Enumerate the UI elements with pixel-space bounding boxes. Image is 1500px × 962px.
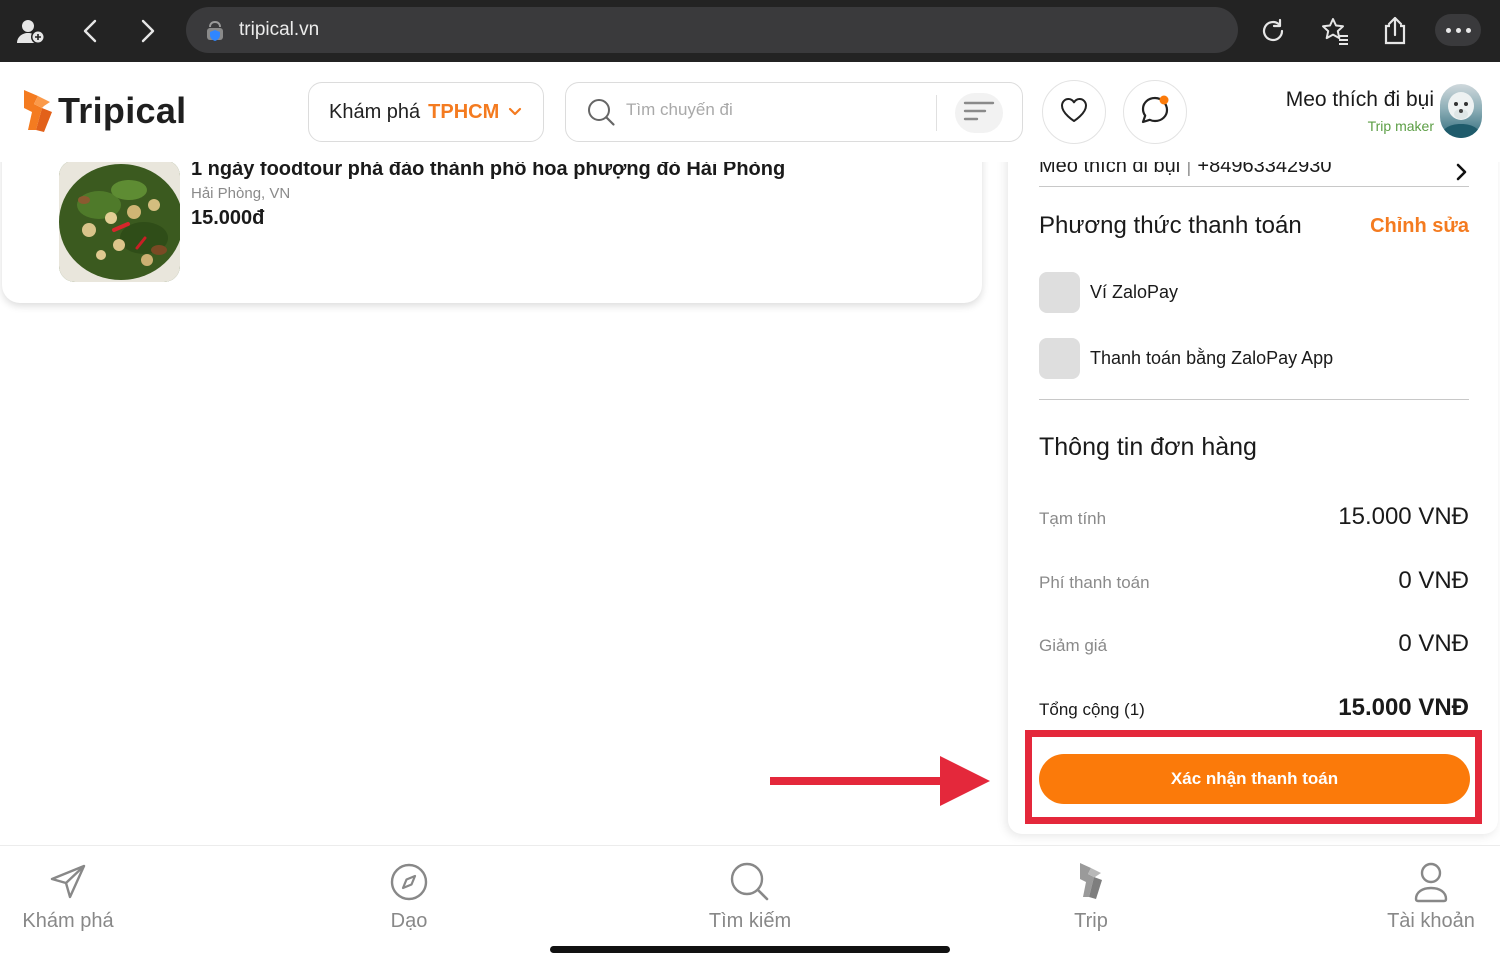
divider <box>1039 186 1469 187</box>
order-row-total: Tổng cộng (1) 15.000 VNĐ <box>1039 694 1469 722</box>
product-image <box>59 160 180 282</box>
nav-item-explore[interactable]: Khám phá <box>0 860 138 933</box>
trip-search-box[interactable] <box>565 82 1023 142</box>
chevron-down-icon <box>507 101 523 124</box>
compass-icon <box>339 860 479 904</box>
product-price: 15.000đ <box>191 207 265 229</box>
chat-bubble-icon <box>1139 94 1171 131</box>
explore-location-dropdown[interactable]: Khám phá TPHCM <box>308 82 544 142</box>
nav-label: Khám phá <box>22 910 114 932</box>
annotation-highlight-box <box>1025 730 1482 824</box>
user-role: Trip maker <box>1367 118 1434 134</box>
order-row-value: 0 VNĐ <box>1398 567 1469 594</box>
nav-item-stroll[interactable]: Dạo <box>339 860 479 933</box>
nav-item-search[interactable]: Tìm kiếm <box>680 860 820 933</box>
nav-label: Dạo <box>390 910 428 932</box>
order-row-subtotal: Tạm tính 15.000 VNĐ <box>1039 503 1469 531</box>
divider <box>1039 399 1469 400</box>
order-row-label: Giảm giá <box>1039 636 1108 655</box>
logo-text: Tripical <box>58 90 187 131</box>
app-header: Tripical Khám phá TPHCM Meo thích đi bụi… <box>0 62 1500 162</box>
favorites-button[interactable] <box>1042 80 1106 144</box>
order-row-label: Phí thanh toán <box>1039 573 1150 592</box>
filter-button[interactable] <box>955 93 1003 133</box>
annotation-arrow-icon <box>770 756 990 806</box>
chevron-right-icon[interactable] <box>1454 162 1468 187</box>
nav-item-trip[interactable]: Trip <box>1021 860 1161 933</box>
forward-icon[interactable] <box>128 12 166 50</box>
order-row-value: 0 VNĐ <box>1398 630 1469 657</box>
favorites-icon[interactable] <box>1316 12 1354 50</box>
search-icon <box>586 97 616 132</box>
tripical-logo-icon <box>24 90 52 132</box>
home-indicator <box>550 946 950 953</box>
send-icon <box>0 860 138 904</box>
address-bar[interactable]: tripical.vn <box>186 7 1238 53</box>
payment-option-label: Thanh toán bằng ZaloPay App <box>1090 347 1334 368</box>
order-row-label: Tổng cộng (1) <box>1039 700 1145 719</box>
messages-button[interactable] <box>1123 80 1187 144</box>
explore-city: TPHCM <box>428 100 500 123</box>
product-location: Hải Phòng, VN <box>191 185 291 202</box>
share-icon[interactable] <box>1376 12 1414 50</box>
user-name[interactable]: Meo thích đi bụi <box>1286 88 1434 112</box>
search-input[interactable] <box>626 100 926 120</box>
avatar[interactable] <box>1440 84 1482 138</box>
bottom-navigation: Khám phá Dạo Tìm kiếm Trip Tài khoản <box>0 845 1500 962</box>
reload-icon[interactable] <box>1254 12 1292 50</box>
nav-item-account[interactable]: Tài khoản <box>1361 860 1500 933</box>
order-row-discount: Giảm giá 0 VNĐ <box>1039 630 1469 658</box>
browser-toolbar: tripical.vn <box>0 0 1500 62</box>
checkout-panel: Meo thích đi bụi | +84963342930 Phương thứ… <box>1008 110 1498 834</box>
filter-icon <box>963 100 995 127</box>
heart-icon <box>1060 97 1088 128</box>
payment-option-zalopay-app[interactable]: Thanh toán bằng ZaloPay App <box>1039 337 1333 379</box>
payment-edit-link[interactable]: Chỉnh sửa <box>1370 215 1469 238</box>
order-row-label: Tạm tính <box>1039 509 1107 528</box>
nav-label: Tài khoản <box>1387 910 1475 932</box>
order-row-payment-fee: Phí thanh toán 0 VNĐ <box>1039 567 1469 595</box>
payment-checkbox[interactable] <box>1039 337 1080 379</box>
explore-label: Khám phá <box>329 100 421 123</box>
payment-checkbox[interactable] <box>1039 271 1080 313</box>
order-info-title: Thông tin đơn hàng <box>1039 433 1257 461</box>
back-icon[interactable] <box>72 12 110 50</box>
search-icon <box>680 860 820 904</box>
payment-option-zalopay-wallet[interactable]: Ví ZaloPay <box>1039 271 1178 313</box>
profile-icon[interactable] <box>12 12 50 50</box>
search-divider <box>936 95 937 131</box>
more-options-icon[interactable] <box>1435 14 1481 46</box>
payment-method-title: Phương thức thanh toán <box>1039 212 1302 239</box>
payment-option-label: Ví ZaloPay <box>1090 281 1179 302</box>
order-row-value: 15.000 VNĐ <box>1338 694 1469 721</box>
trip-logo-icon <box>1021 860 1161 904</box>
url-text: tripical.vn <box>239 19 320 40</box>
tripical-logo[interactable]: Tripical <box>20 86 186 136</box>
nav-label: Trip <box>1074 910 1108 932</box>
order-row-value: 15.000 VNĐ <box>1338 503 1469 530</box>
nav-label: Tìm kiếm <box>708 910 792 932</box>
user-icon <box>1361 860 1500 904</box>
privacy-lock-icon <box>204 20 226 47</box>
